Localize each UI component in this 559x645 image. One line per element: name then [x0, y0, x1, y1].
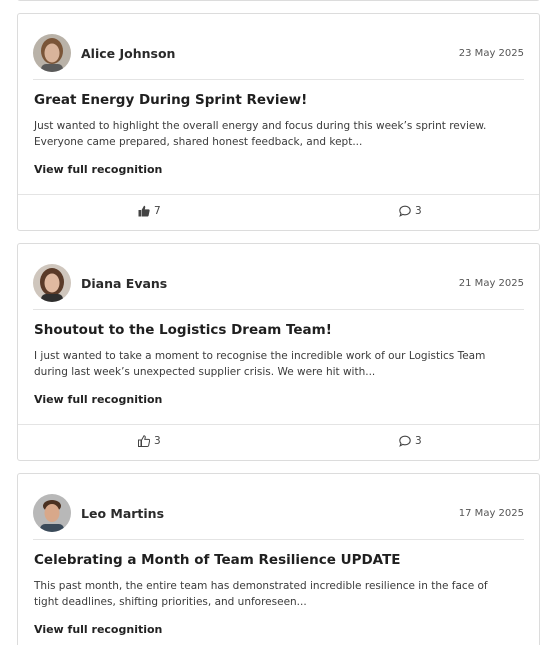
recognition-card: Leo Martins 17 May 2025 Celebrating a Mo…: [17, 473, 540, 645]
card-header: Diana Evans 21 May 2025: [33, 264, 524, 310]
post-title: Celebrating a Month of Team Resilience U…: [34, 552, 401, 568]
like-count: 7: [154, 205, 161, 217]
comment-bubble-icon: [399, 205, 411, 217]
comment-bubble-icon: [399, 435, 411, 447]
comment-button[interactable]: 3: [399, 205, 422, 217]
like-button[interactable]: 3: [138, 435, 161, 447]
recognition-card: Diana Evans 21 May 2025 Shoutout to the …: [17, 243, 540, 461]
post-date: 17 May 2025: [458, 508, 524, 519]
avatar: [33, 264, 71, 302]
view-full-recognition-link[interactable]: View full recognition: [34, 393, 162, 406]
post-title: Great Energy During Sprint Review!: [34, 92, 308, 108]
comment-button[interactable]: 3: [399, 435, 422, 447]
like-count: 3: [154, 435, 161, 447]
previous-post-card: [17, 0, 540, 1]
recognition-feed: Alice Johnson 23 May 2025 Great Energy D…: [0, 0, 559, 645]
card-footer: 7 3: [18, 194, 539, 232]
author-name: Alice Johnson: [81, 46, 176, 61]
view-full-recognition-link[interactable]: View full recognition: [34, 623, 162, 636]
comment-count: 3: [415, 435, 422, 447]
recognition-card: Alice Johnson 23 May 2025 Great Energy D…: [17, 13, 540, 231]
card-header: Leo Martins 17 May 2025: [33, 494, 524, 540]
card-header: Alice Johnson 23 May 2025: [33, 34, 524, 80]
comment-count: 3: [415, 205, 422, 217]
card-footer: 3 3: [18, 424, 539, 462]
post-excerpt: I just wanted to take a moment to recogn…: [34, 350, 486, 378]
post-excerpt: Just wanted to highlight the overall ene…: [34, 120, 487, 148]
post-date: 23 May 2025: [458, 48, 524, 59]
avatar: [33, 494, 71, 532]
author-name: Diana Evans: [81, 276, 168, 291]
like-button[interactable]: 7: [138, 205, 161, 217]
thumbs-up-icon: [138, 205, 150, 217]
avatar: [33, 34, 71, 72]
author-name: Leo Martins: [81, 506, 165, 521]
view-full-recognition-link[interactable]: View full recognition: [34, 163, 162, 176]
post-title: Shoutout to the Logistics Dream Team!: [34, 322, 332, 338]
thumbs-up-icon: [138, 435, 150, 447]
post-excerpt: This past month, the entire team has dem…: [34, 580, 488, 608]
post-date: 21 May 2025: [458, 278, 524, 289]
